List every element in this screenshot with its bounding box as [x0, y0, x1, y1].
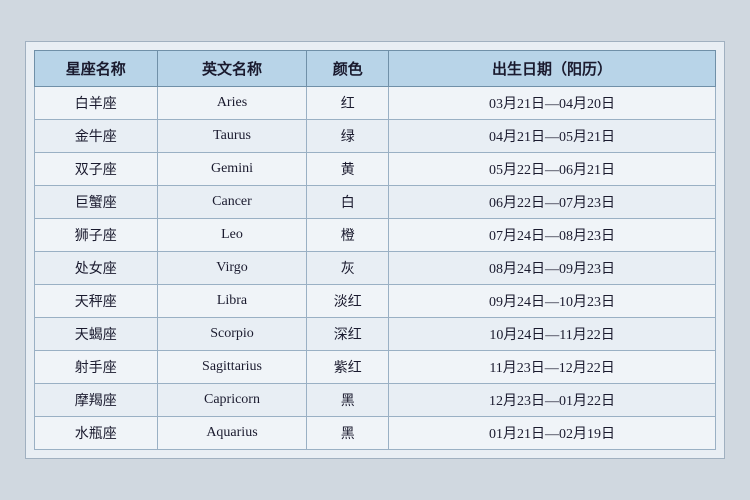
table-row: 天蝎座Scorpio深红10月24日—11月22日 — [35, 318, 716, 351]
table-row: 狮子座Leo橙07月24日—08月23日 — [35, 219, 716, 252]
cell-chinese: 金牛座 — [35, 120, 158, 153]
cell-color: 黑 — [307, 417, 389, 450]
cell-date: 01月21日—02月19日 — [389, 417, 716, 450]
cell-chinese: 天蝎座 — [35, 318, 158, 351]
cell-english: Scorpio — [157, 318, 307, 351]
cell-color: 紫红 — [307, 351, 389, 384]
cell-date: 09月24日—10月23日 — [389, 285, 716, 318]
cell-chinese: 双子座 — [35, 153, 158, 186]
table-row: 双子座Gemini黄05月22日—06月21日 — [35, 153, 716, 186]
cell-english: Libra — [157, 285, 307, 318]
table-row: 射手座Sagittarius紫红11月23日—12月22日 — [35, 351, 716, 384]
cell-english: Cancer — [157, 186, 307, 219]
cell-chinese: 射手座 — [35, 351, 158, 384]
cell-english: Leo — [157, 219, 307, 252]
zodiac-table-container: 星座名称 英文名称 颜色 出生日期（阳历） 白羊座Aries红03月21日—04… — [25, 41, 725, 459]
cell-color: 绿 — [307, 120, 389, 153]
cell-color: 橙 — [307, 219, 389, 252]
cell-chinese: 天秤座 — [35, 285, 158, 318]
cell-date: 08月24日—09月23日 — [389, 252, 716, 285]
cell-color: 灰 — [307, 252, 389, 285]
header-english: 英文名称 — [157, 51, 307, 87]
cell-chinese: 巨蟹座 — [35, 186, 158, 219]
cell-english: Aquarius — [157, 417, 307, 450]
header-color: 颜色 — [307, 51, 389, 87]
table-header-row: 星座名称 英文名称 颜色 出生日期（阳历） — [35, 51, 716, 87]
cell-color: 黑 — [307, 384, 389, 417]
cell-date: 10月24日—11月22日 — [389, 318, 716, 351]
cell-chinese: 处女座 — [35, 252, 158, 285]
table-row: 白羊座Aries红03月21日—04月20日 — [35, 87, 716, 120]
table-row: 巨蟹座Cancer白06月22日—07月23日 — [35, 186, 716, 219]
cell-english: Virgo — [157, 252, 307, 285]
cell-chinese: 白羊座 — [35, 87, 158, 120]
cell-color: 深红 — [307, 318, 389, 351]
table-row: 处女座Virgo灰08月24日—09月23日 — [35, 252, 716, 285]
table-body: 白羊座Aries红03月21日—04月20日金牛座Taurus绿04月21日—0… — [35, 87, 716, 450]
cell-chinese: 摩羯座 — [35, 384, 158, 417]
cell-date: 07月24日—08月23日 — [389, 219, 716, 252]
header-chinese: 星座名称 — [35, 51, 158, 87]
cell-chinese: 水瓶座 — [35, 417, 158, 450]
cell-color: 红 — [307, 87, 389, 120]
cell-english: Aries — [157, 87, 307, 120]
cell-date: 03月21日—04月20日 — [389, 87, 716, 120]
cell-english: Capricorn — [157, 384, 307, 417]
header-date: 出生日期（阳历） — [389, 51, 716, 87]
table-row: 水瓶座Aquarius黑01月21日—02月19日 — [35, 417, 716, 450]
cell-color: 黄 — [307, 153, 389, 186]
cell-date: 06月22日—07月23日 — [389, 186, 716, 219]
cell-date: 04月21日—05月21日 — [389, 120, 716, 153]
cell-english: Taurus — [157, 120, 307, 153]
cell-chinese: 狮子座 — [35, 219, 158, 252]
cell-date: 05月22日—06月21日 — [389, 153, 716, 186]
table-row: 摩羯座Capricorn黑12月23日—01月22日 — [35, 384, 716, 417]
zodiac-table: 星座名称 英文名称 颜色 出生日期（阳历） 白羊座Aries红03月21日—04… — [34, 50, 716, 450]
cell-date: 12月23日—01月22日 — [389, 384, 716, 417]
cell-color: 白 — [307, 186, 389, 219]
table-row: 金牛座Taurus绿04月21日—05月21日 — [35, 120, 716, 153]
cell-english: Sagittarius — [157, 351, 307, 384]
cell-date: 11月23日—12月22日 — [389, 351, 716, 384]
table-row: 天秤座Libra淡红09月24日—10月23日 — [35, 285, 716, 318]
cell-english: Gemini — [157, 153, 307, 186]
cell-color: 淡红 — [307, 285, 389, 318]
